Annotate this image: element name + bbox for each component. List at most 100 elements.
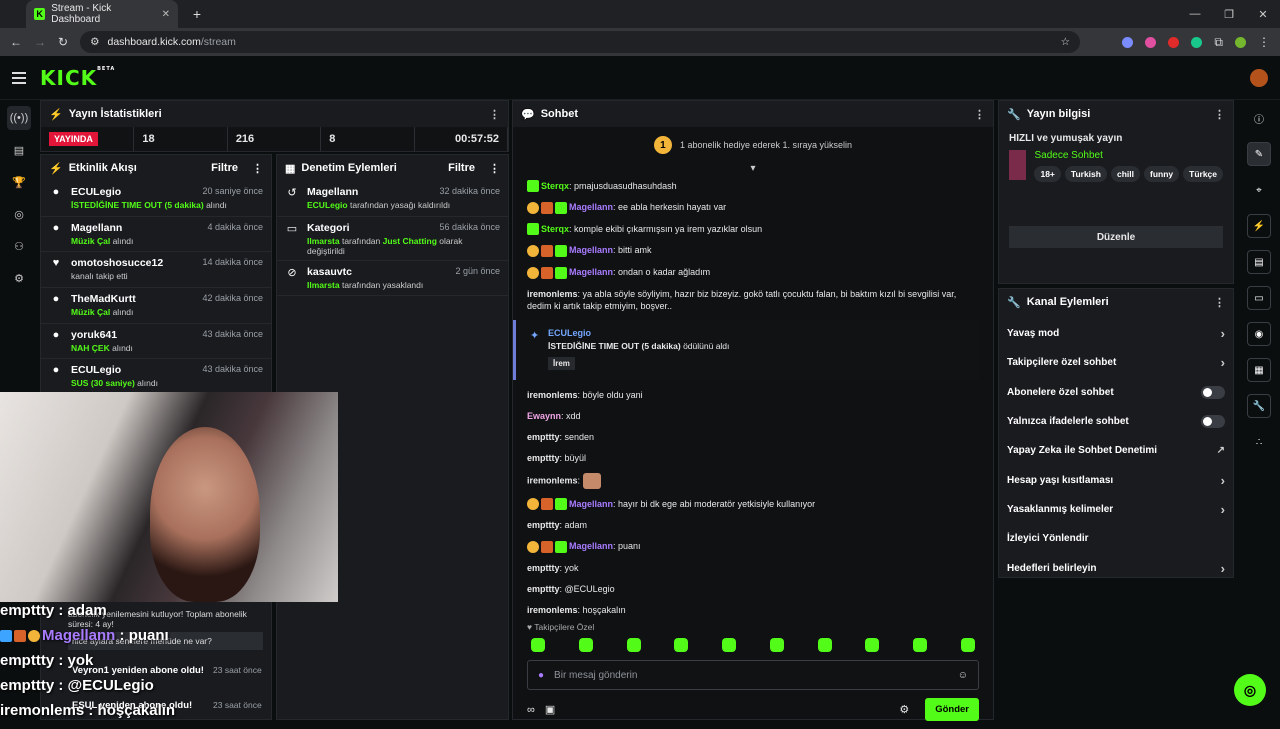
channel-action[interactable]: Hedefleri belirleyin › (999, 553, 1233, 582)
chat-username[interactable]: empttty (527, 584, 560, 594)
moderation-target[interactable]: Magellann (307, 186, 358, 198)
emote-icon[interactable] (769, 638, 784, 653)
moderation-item[interactable]: ▭ Kategori 56 dakika önce Ilmarsta tarafı… (277, 217, 508, 261)
emote-icon[interactable] (626, 638, 641, 653)
chat-username[interactable]: Sterqx (541, 224, 569, 234)
activity-user[interactable]: TheMadKurtt (71, 293, 136, 305)
stream-tag[interactable]: Turkish (1064, 166, 1107, 182)
activity-item[interactable]: ♥ omotoshosucce12 14 dakika önce kanalı t… (41, 252, 271, 289)
extensions-puzzle-icon[interactable]: ⧉ (1214, 35, 1223, 50)
moderation-item[interactable]: ↺ Magellann 32 dakika önce ECULegio taraf… (277, 181, 508, 217)
emote-icon[interactable] (817, 638, 832, 653)
close-tab-icon[interactable]: ✕ (162, 9, 170, 20)
chat-settings-icon[interactable]: ⚙ (899, 703, 909, 716)
trophy-icon[interactable]: 🏆 (7, 170, 31, 194)
help-chat-icon[interactable]: ◎ (1234, 674, 1266, 706)
actions-more-icon[interactable]: ⋮ (1214, 296, 1225, 309)
site-info-icon[interactable]: ⚙ (90, 36, 99, 48)
chat-username[interactable]: iremonlems (527, 289, 578, 299)
chat-username[interactable]: Sterqx (541, 181, 569, 191)
activity-user[interactable]: omotoshosucce12 (71, 257, 163, 269)
stream-tag[interactable]: chill (1110, 166, 1140, 182)
broadcast-tool-icon[interactable]: ◉ (1247, 322, 1271, 346)
chat-username[interactable]: empttty (527, 453, 560, 463)
channel-action[interactable]: Hesap yaşı kısıtlaması › (999, 465, 1233, 494)
settings-gear-icon[interactable]: ⚙ (7, 266, 31, 290)
channel-action[interactable]: Takipçilere özel sohbet › (999, 348, 1233, 377)
menu-icon[interactable] (12, 71, 26, 84)
focus-icon[interactable]: ⌖ (1247, 178, 1271, 202)
chat-username[interactable]: Ewaynn (527, 411, 561, 421)
toggle-switch[interactable] (1201, 385, 1225, 399)
emote-icon[interactable] (531, 638, 545, 653)
moderation-filter-button[interactable]: Filtre (448, 162, 475, 174)
activity-item[interactable]: ● Magellann 4 dakika önce Müzik Çal alınd… (41, 217, 271, 253)
chat-username[interactable]: iremonlems (527, 390, 578, 400)
activity-filter-button[interactable]: Filtre (211, 162, 238, 174)
user-avatar[interactable] (1250, 68, 1268, 87)
info-more-icon[interactable]: ⋮ (1214, 108, 1225, 121)
bolt-tool-icon[interactable]: ⚡ (1247, 214, 1271, 238)
chat-username[interactable]: iremonlems (527, 475, 578, 485)
points-tool-icon[interactable]: ∴ (1247, 430, 1271, 454)
edit-button[interactable]: Düzenle (1009, 226, 1223, 248)
microphone-icon[interactable]: ● (538, 670, 544, 681)
chat-username[interactable]: empttty (527, 432, 560, 442)
activity-user[interactable]: yoruk641 (71, 329, 117, 341)
extension-icon[interactable] (1145, 36, 1157, 48)
emoji-picker-icon[interactable]: ☺ (958, 670, 968, 681)
chat-username[interactable]: empttty (527, 563, 560, 573)
info-icon[interactable]: ⓘ (1247, 106, 1271, 130)
profile-avatar-icon[interactable] (1235, 36, 1246, 48)
community-icon[interactable]: ⚇ (7, 234, 31, 258)
new-tab-button[interactable]: + (188, 5, 206, 23)
kick-logo[interactable]: KICKBETA (40, 66, 115, 90)
layout-tool-icon[interactable]: ▦ (1247, 358, 1271, 382)
chat-username[interactable]: Magellann (569, 202, 613, 212)
activity-user[interactable]: Magellann (71, 222, 122, 234)
emote-icon[interactable] (865, 638, 880, 653)
extension-icon[interactable] (1191, 36, 1203, 48)
extension-icon[interactable] (1168, 36, 1180, 48)
browser-menu-icon[interactable]: ⋮ (1258, 35, 1270, 49)
pinned-expand-icon[interactable]: ▾ (513, 163, 993, 175)
back-icon[interactable]: ← (10, 35, 22, 49)
channel-action[interactable]: Yapay Zeka ile Sohbet Denetimi ↗ (999, 436, 1233, 465)
chat-more-icon[interactable]: ⋮ (974, 108, 985, 121)
emote-icon[interactable] (578, 638, 593, 653)
stream-broadcast-icon[interactable]: ((•)) (7, 106, 31, 130)
stream-tag[interactable]: funny (1143, 166, 1180, 182)
emote-icon[interactable] (722, 638, 737, 653)
pencil-icon[interactable]: ✎ (1247, 142, 1271, 166)
send-button[interactable]: Gönder (925, 698, 979, 722)
wrench-tool-icon[interactable]: 🔧 (1247, 394, 1271, 418)
store-icon[interactable]: ▣ (545, 703, 555, 716)
forward-icon[interactable]: → (34, 35, 46, 49)
gift-sub-banner[interactable]: 1 1 abonelik hediye ederek 1. sıraya yük… (513, 127, 993, 163)
dashboard-icon[interactable]: ▤ (7, 138, 31, 162)
chat-username[interactable]: empttty (527, 520, 560, 530)
moderation-icon[interactable]: ◎ (7, 202, 31, 226)
activity-item[interactable]: ● ECULegio 20 saniye önce İSTEDİĞİNE TIME… (41, 181, 271, 217)
points-icon[interactable]: ∞ (527, 704, 535, 716)
activity-user[interactable]: ECULegio (71, 186, 121, 198)
activity-user[interactable]: ECULegio (71, 364, 121, 376)
extension-icon[interactable] (1122, 36, 1134, 48)
channel-action[interactable]: İzleyici Yönlendir (999, 524, 1233, 553)
chat-username[interactable]: Magellann (569, 499, 613, 509)
restore-icon[interactable]: ❐ (1212, 0, 1246, 28)
moderation-item[interactable]: ⊘ kasauvtc 2 gün önce Ilmarsta tarafından… (277, 261, 508, 297)
activity-item[interactable]: ● ECULegio 43 dakika önce SUS (30 saniye)… (41, 359, 271, 396)
activity-item[interactable]: ● yoruk641 43 dakika önce NAH ÇEK alındı (41, 324, 271, 360)
browser-tab[interactable]: K Stream - Kick Dashboard ✕ (26, 0, 178, 28)
chat-username[interactable]: Magellann (569, 267, 613, 277)
stats-more-icon[interactable]: ⋮ (489, 108, 500, 121)
stream-tag[interactable]: 18+ (1034, 166, 1061, 182)
moderation-target[interactable]: kasauvtc (307, 266, 352, 278)
channel-action[interactable]: Yavaş mod › (999, 319, 1233, 348)
moderation-more-icon[interactable]: ⋮ (489, 162, 500, 175)
reward-user[interactable]: ECULegio (548, 328, 965, 338)
emote-icon[interactable] (913, 638, 928, 653)
chat-username[interactable]: iremonlems (527, 605, 578, 615)
activity-item[interactable]: ● TheMadKurtt 42 dakika önce Müzik Çal al… (41, 288, 271, 324)
